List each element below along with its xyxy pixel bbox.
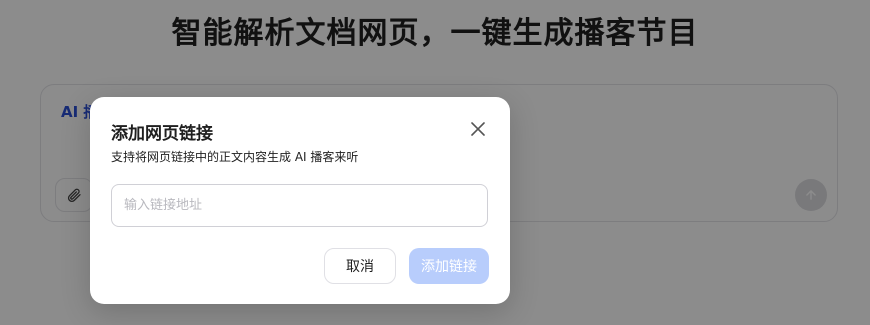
close-icon [471,122,485,136]
cancel-button[interactable]: 取消 [324,248,396,284]
add-link-dialog: 添加网页链接 支持将网页链接中的正文内容生成 AI 播客来听 取消 添加链接 [90,97,510,304]
add-link-button[interactable]: 添加链接 [409,248,489,284]
close-button[interactable] [468,119,488,139]
dialog-title: 添加网页链接 [111,124,213,144]
dialog-subtitle: 支持将网页链接中的正文内容生成 AI 播客来听 [111,150,359,164]
link-url-input[interactable] [111,184,488,227]
